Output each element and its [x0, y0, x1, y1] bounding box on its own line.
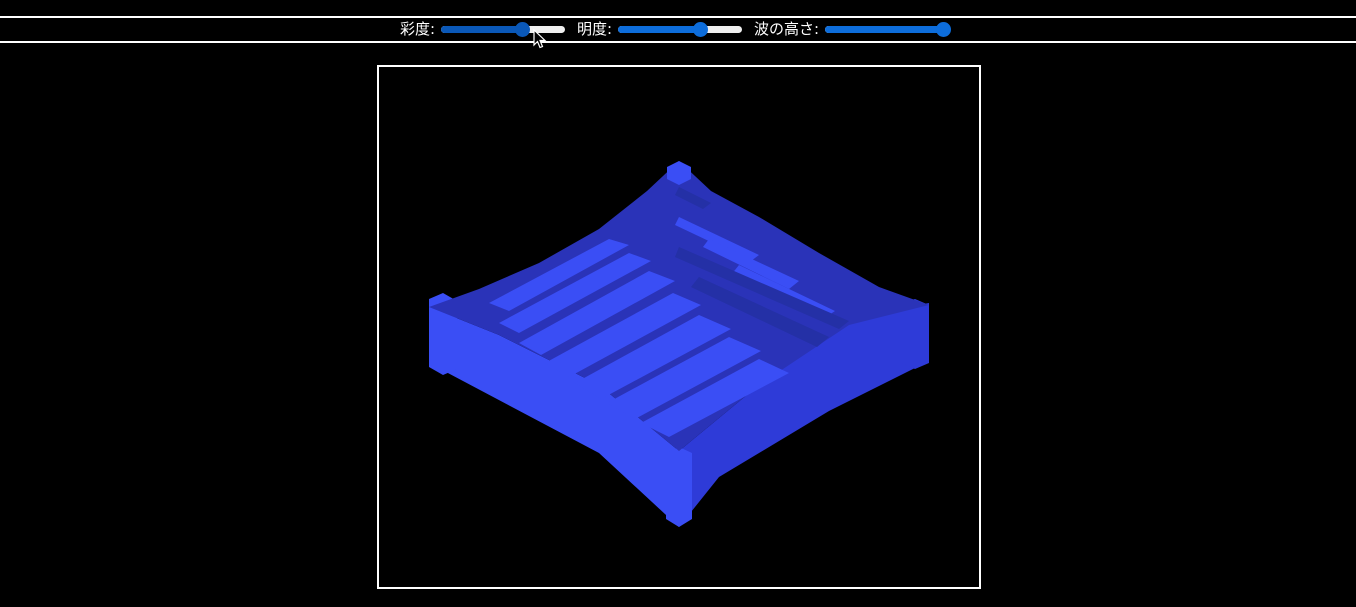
brightness-slider[interactable]: [616, 18, 744, 41]
saturation-slider-fill: [441, 26, 523, 33]
brightness-control: 明度:: [577, 18, 744, 41]
brightness-slider-thumb[interactable]: [693, 22, 709, 37]
wave-height-slider-thumb[interactable]: [936, 22, 952, 37]
brightness-label: 明度:: [577, 20, 613, 38]
render-canvas[interactable]: [377, 65, 981, 589]
wave-height-label: 波の高さ:: [754, 20, 820, 38]
mouse-pointer-icon: [533, 29, 547, 49]
saturation-label: 彩度:: [400, 20, 436, 38]
controls-toolbar: 彩度: 明度: 波の高さ:: [0, 16, 1356, 43]
wave-height-slider[interactable]: [823, 18, 952, 41]
surface-corner-bottom: [666, 447, 692, 527]
saturation-slider[interactable]: [439, 18, 567, 41]
saturation-slider-thumb[interactable]: [515, 22, 531, 37]
wave-height-slider-fill: [825, 26, 944, 33]
wave-height-control: 波の高さ:: [754, 18, 952, 41]
brightness-slider-fill: [618, 26, 701, 33]
wave-surface-render: [429, 161, 929, 527]
